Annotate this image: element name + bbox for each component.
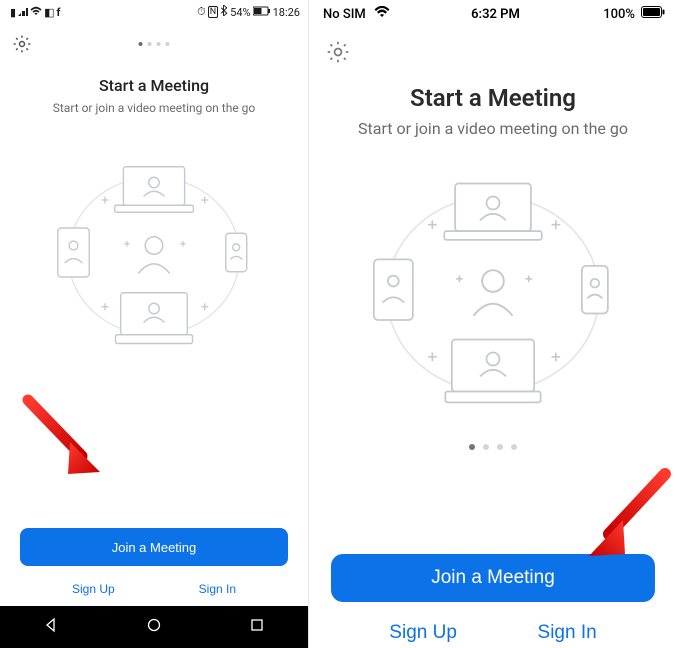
nav-home-icon[interactable] [146, 617, 162, 637]
wifi-icon [30, 6, 42, 19]
sim-text: No SIM [323, 7, 366, 22]
battery-icon [641, 6, 665, 22]
page-title: Start a Meeting [99, 76, 209, 95]
android-nav-bar [0, 606, 308, 648]
join-meeting-button[interactable]: Join a Meeting [331, 554, 655, 602]
gear-icon[interactable] [12, 34, 32, 54]
top-row [0, 24, 308, 58]
fb-icon: f [56, 6, 60, 19]
devices-illustration [348, 164, 638, 424]
battery-text: 54% [230, 6, 250, 19]
android-screen: ▮ ◧ f ⏱ N 54% 18:26 Start a Meeting Star… [0, 0, 309, 648]
android-status-bar: ▮ ◧ f ⏱ N 54% 18:26 [0, 0, 308, 24]
content: Start a Meeting Start or join a video me… [309, 68, 677, 554]
page-subtitle: Start or join a video meeting on the go [348, 118, 638, 140]
gear-icon[interactable] [325, 39, 351, 65]
signin-link[interactable]: Sign In [199, 582, 236, 596]
annotation-arrow [575, 466, 675, 566]
ios-screen: No SIM 6:32 PM 100% Start a Meeting Star… [309, 0, 677, 648]
ios-status-bar: No SIM 6:32 PM 100% [309, 0, 677, 28]
signup-link[interactable]: Sign Up [72, 582, 115, 596]
time-text: 18:26 [273, 6, 300, 19]
annotation-arrow [20, 394, 110, 480]
nav-back-icon[interactable] [43, 617, 59, 637]
signin-link[interactable]: Sign In [538, 622, 597, 644]
volte-icon: ▮ [10, 6, 16, 19]
page-indicator [139, 42, 170, 46]
bt-icon [220, 5, 228, 19]
wifi-icon [374, 6, 390, 22]
nav-recent-icon[interactable] [249, 617, 265, 637]
time-text: 6:32 PM [390, 7, 601, 22]
battery-icon [253, 6, 271, 19]
join-meeting-button[interactable]: Join a Meeting [20, 528, 288, 566]
page-subtitle: Start or join a video meeting on the go [53, 101, 256, 115]
nfc-icon: N [208, 6, 218, 18]
page-indicator [469, 444, 517, 450]
top-row [309, 28, 677, 68]
alarm-icon: ⏱ [197, 5, 206, 19]
social1-icon: ◧ [44, 6, 54, 19]
signup-link[interactable]: Sign Up [389, 622, 457, 644]
devices-illustration [39, 151, 269, 361]
battery-text: 100% [603, 7, 635, 22]
auth-links: Sign Up Sign In [0, 566, 308, 606]
signal-icon [18, 6, 28, 19]
auth-links: Sign Up Sign In [309, 602, 677, 648]
page-title: Start a Meeting [410, 84, 576, 112]
content: Start a Meeting Start or join a video me… [0, 58, 308, 528]
